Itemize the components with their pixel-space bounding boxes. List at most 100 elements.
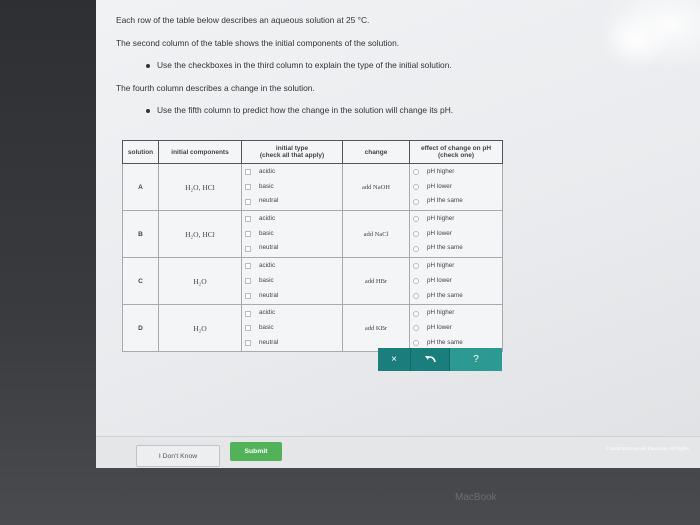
radio-button[interactable] <box>413 339 419 346</box>
instructions: Each row of the table below describes an… <box>116 14 676 127</box>
type-option-acidic[interactable]: acidic <box>245 165 341 180</box>
radio-button[interactable] <box>413 292 419 299</box>
checkbox[interactable] <box>245 245 251 252</box>
type-options: acidic basic neutral <box>241 163 343 212</box>
row-components: H₂O <box>158 257 242 306</box>
instruction-bullet-2: Use the fifth column to predict how the … <box>116 104 676 116</box>
effect-option[interactable]: pH lower <box>413 180 501 195</box>
effect-option-label: pH lower <box>427 229 452 237</box>
checkbox[interactable] <box>245 292 251 299</box>
screen: Each row of the table below describes an… <box>96 0 700 468</box>
effect-option[interactable]: pH higher <box>413 212 501 227</box>
row-label: A <box>122 163 159 212</box>
type-option-label: acidic <box>259 215 276 223</box>
type-option-neutral[interactable]: neutral <box>245 241 341 256</box>
effect-option[interactable]: pH lower <box>413 274 501 289</box>
effect-option[interactable]: pH the same <box>413 241 501 256</box>
bullet-text-1: Use the checkboxes in the third column t… <box>157 60 452 70</box>
type-option-neutral[interactable]: neutral <box>245 336 341 351</box>
effect-option[interactable]: pH higher <box>413 259 501 274</box>
type-option-label: acidic <box>259 262 276 270</box>
type-option-neutral[interactable]: neutral <box>245 194 341 209</box>
type-option-acidic[interactable]: acidic <box>245 259 341 274</box>
screen-glare <box>600 10 670 70</box>
effect-option[interactable]: pH the same <box>413 194 501 209</box>
type-option-label: acidic <box>259 309 276 317</box>
radio-button[interactable] <box>413 278 419 285</box>
checkbox[interactable] <box>245 198 251 205</box>
type-option-basic[interactable]: basic <box>245 227 341 242</box>
effect-option[interactable]: pH higher <box>413 165 501 180</box>
row-change: add HBr <box>342 257 410 306</box>
checkbox[interactable] <box>245 184 251 191</box>
effect-option[interactable]: pH lower <box>413 321 501 336</box>
instruction-line-2: The second column of the table shows the… <box>116 37 676 49</box>
instruction-text-2: The second column of the table shows the… <box>116 37 400 48</box>
effect-option-label: pH higher <box>427 262 455 270</box>
type-option-label: basic <box>259 276 274 284</box>
header-type: initial type (check all that apply) <box>241 140 343 164</box>
header-change: change <box>342 140 410 164</box>
checkbox[interactable] <box>245 278 251 285</box>
effect-option-label: pH the same <box>427 197 463 205</box>
radio-button[interactable] <box>413 169 419 176</box>
checkbox[interactable] <box>245 169 251 176</box>
effect-option[interactable]: pH lower <box>413 227 501 242</box>
type-option-basic[interactable]: basic <box>245 274 341 289</box>
instruction-text-3: The fourth column describes a change in … <box>116 82 315 93</box>
device-brand: MacBook <box>455 492 497 503</box>
checkbox[interactable] <box>245 310 251 317</box>
type-options: acidic basic neutral <box>241 257 343 306</box>
type-option-label: neutral <box>259 291 279 299</box>
type-option-acidic[interactable]: acidic <box>245 212 341 227</box>
solution-table: solution initial components initial type… <box>122 140 503 353</box>
instruction-line-3: The fourth column describes a change in … <box>116 82 676 94</box>
effect-options: pH higher pH lower pH the same <box>409 257 503 306</box>
type-option-neutral[interactable]: neutral <box>245 289 341 304</box>
effect-option-label: pH lower <box>427 323 452 331</box>
checkbox[interactable] <box>245 263 251 270</box>
row-components: H₂O <box>158 304 242 353</box>
effect-options: pH higher pH lower pH the same <box>409 163 503 212</box>
effect-option-label: pH higher <box>427 309 455 317</box>
bullet-dot <box>146 63 150 68</box>
dont-know-button[interactable]: I Don't Know <box>136 445 220 467</box>
radio-button[interactable] <box>413 216 419 223</box>
effect-options: pH higher pH lower pH the same <box>409 210 503 259</box>
table-row: B H₂O, HCl acidic basic neutral add NaCl pH hi… <box>122 210 503 259</box>
radio-button[interactable] <box>413 198 419 205</box>
copyright-text: © 2018 McGraw-Hill Education. All Rights <box>606 446 689 451</box>
radio-button[interactable] <box>413 245 419 252</box>
undo-button[interactable] <box>410 348 449 371</box>
header-components: initial components <box>158 140 242 164</box>
radio-button[interactable] <box>413 184 419 191</box>
effect-option-label: pH lower <box>427 276 452 284</box>
effect-option[interactable]: pH higher <box>413 306 501 321</box>
type-option-acidic[interactable]: acidic <box>245 306 341 321</box>
checkbox[interactable] <box>245 325 251 332</box>
effect-option-label: pH higher <box>427 215 455 223</box>
type-option-basic[interactable]: basic <box>245 180 341 195</box>
submit-button[interactable]: Submit <box>230 442 282 461</box>
effect-option-label: pH lower <box>427 182 452 190</box>
checkbox[interactable] <box>245 339 251 346</box>
row-label: C <box>122 257 159 306</box>
radio-button[interactable] <box>413 263 419 270</box>
header-effect-label: effect of change on pH <box>420 145 492 152</box>
type-option-basic[interactable]: basic <box>245 321 341 336</box>
type-option-label: basic <box>259 182 274 190</box>
radio-button[interactable] <box>413 310 419 317</box>
radio-button[interactable] <box>413 231 419 238</box>
type-options: acidic basic neutral <box>241 304 343 353</box>
table-row: D H₂O acidic basic neutral add KBr pH higher pH… <box>122 304 503 353</box>
radio-button[interactable] <box>413 325 419 332</box>
checkbox[interactable] <box>245 216 251 223</box>
checkbox[interactable] <box>245 231 251 238</box>
header-solution: solution <box>122 140 159 164</box>
type-option-label: neutral <box>259 244 279 252</box>
type-option-label: basic <box>259 323 274 331</box>
clear-button[interactable]: × <box>378 348 410 371</box>
effect-option[interactable]: pH the same <box>413 289 501 304</box>
type-option-label: neutral <box>259 338 279 346</box>
help-button[interactable]: ? <box>449 348 502 371</box>
